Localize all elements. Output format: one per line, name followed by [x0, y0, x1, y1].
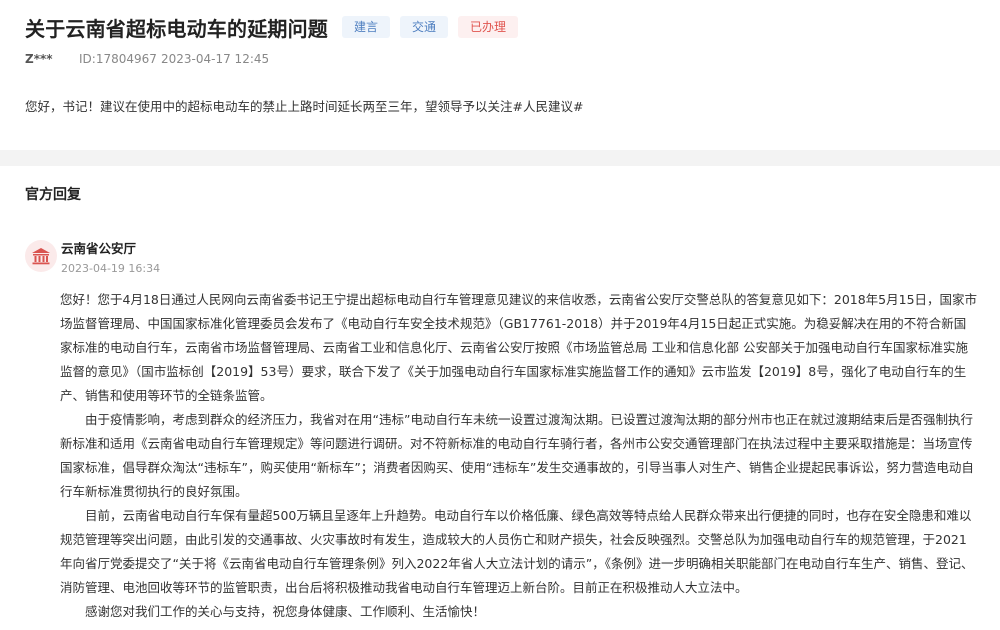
- reply-paragraph: 由于疫情影响，考虑到群众的经济压力，我省对在用“违标”电动自行车未统一设置过渡淘…: [60, 412, 974, 499]
- reply-heading: 官方回复: [25, 187, 81, 203]
- post-meta: Z*** ID:17804967 2023-04-17 12:45: [25, 52, 269, 66]
- section-divider: [0, 150, 1000, 166]
- reply-org-name: 云南省公安厅: [61, 241, 137, 256]
- reply-author: 云南省公安厅 2023-04-19 16:34: [25, 240, 160, 276]
- post-time: 2023-04-17 12:45: [161, 52, 270, 66]
- reply-paragraph: 感谢您对我们工作的关心与支持，祝您身体健康、工作顺利、生活愉快！: [85, 604, 486, 619]
- status-badge: 已办理: [458, 16, 519, 38]
- reply-paragraph: 您好！您于4月18日通过人民网向云南省委书记王宁提出超标电动自行车管理意见建议的…: [60, 292, 978, 403]
- title-row: 关于云南省超标电动车的延期问题 建言 交通 已办理: [25, 10, 519, 44]
- post-id: ID:17804967: [79, 52, 157, 66]
- reply-body: 您好！您于4月18日通过人民网向云南省委书记王宁提出超标电动自行车管理意见建议的…: [60, 288, 978, 624]
- question-text: 您好，书记！建议在使用中的超标电动车的禁止上路时间延长两至三年，望领导予以关注#…: [25, 99, 584, 114]
- tag-traffic[interactable]: 交通: [400, 16, 449, 38]
- government-building-icon: [25, 240, 57, 272]
- tag-suggestion[interactable]: 建言: [342, 16, 391, 38]
- reply-paragraph: 目前，云南省电动自行车保有量超500万辆且呈逐年上升趋势。电动自行车以价格低廉、…: [60, 508, 974, 595]
- page: 关于云南省超标电动车的延期问题 建言 交通 已办理 Z*** ID:178049…: [0, 0, 1000, 630]
- author-name: Z***: [25, 52, 53, 66]
- reply-time: 2023-04-19 16:34: [61, 262, 161, 275]
- page-title: 关于云南省超标电动车的延期问题: [25, 16, 328, 41]
